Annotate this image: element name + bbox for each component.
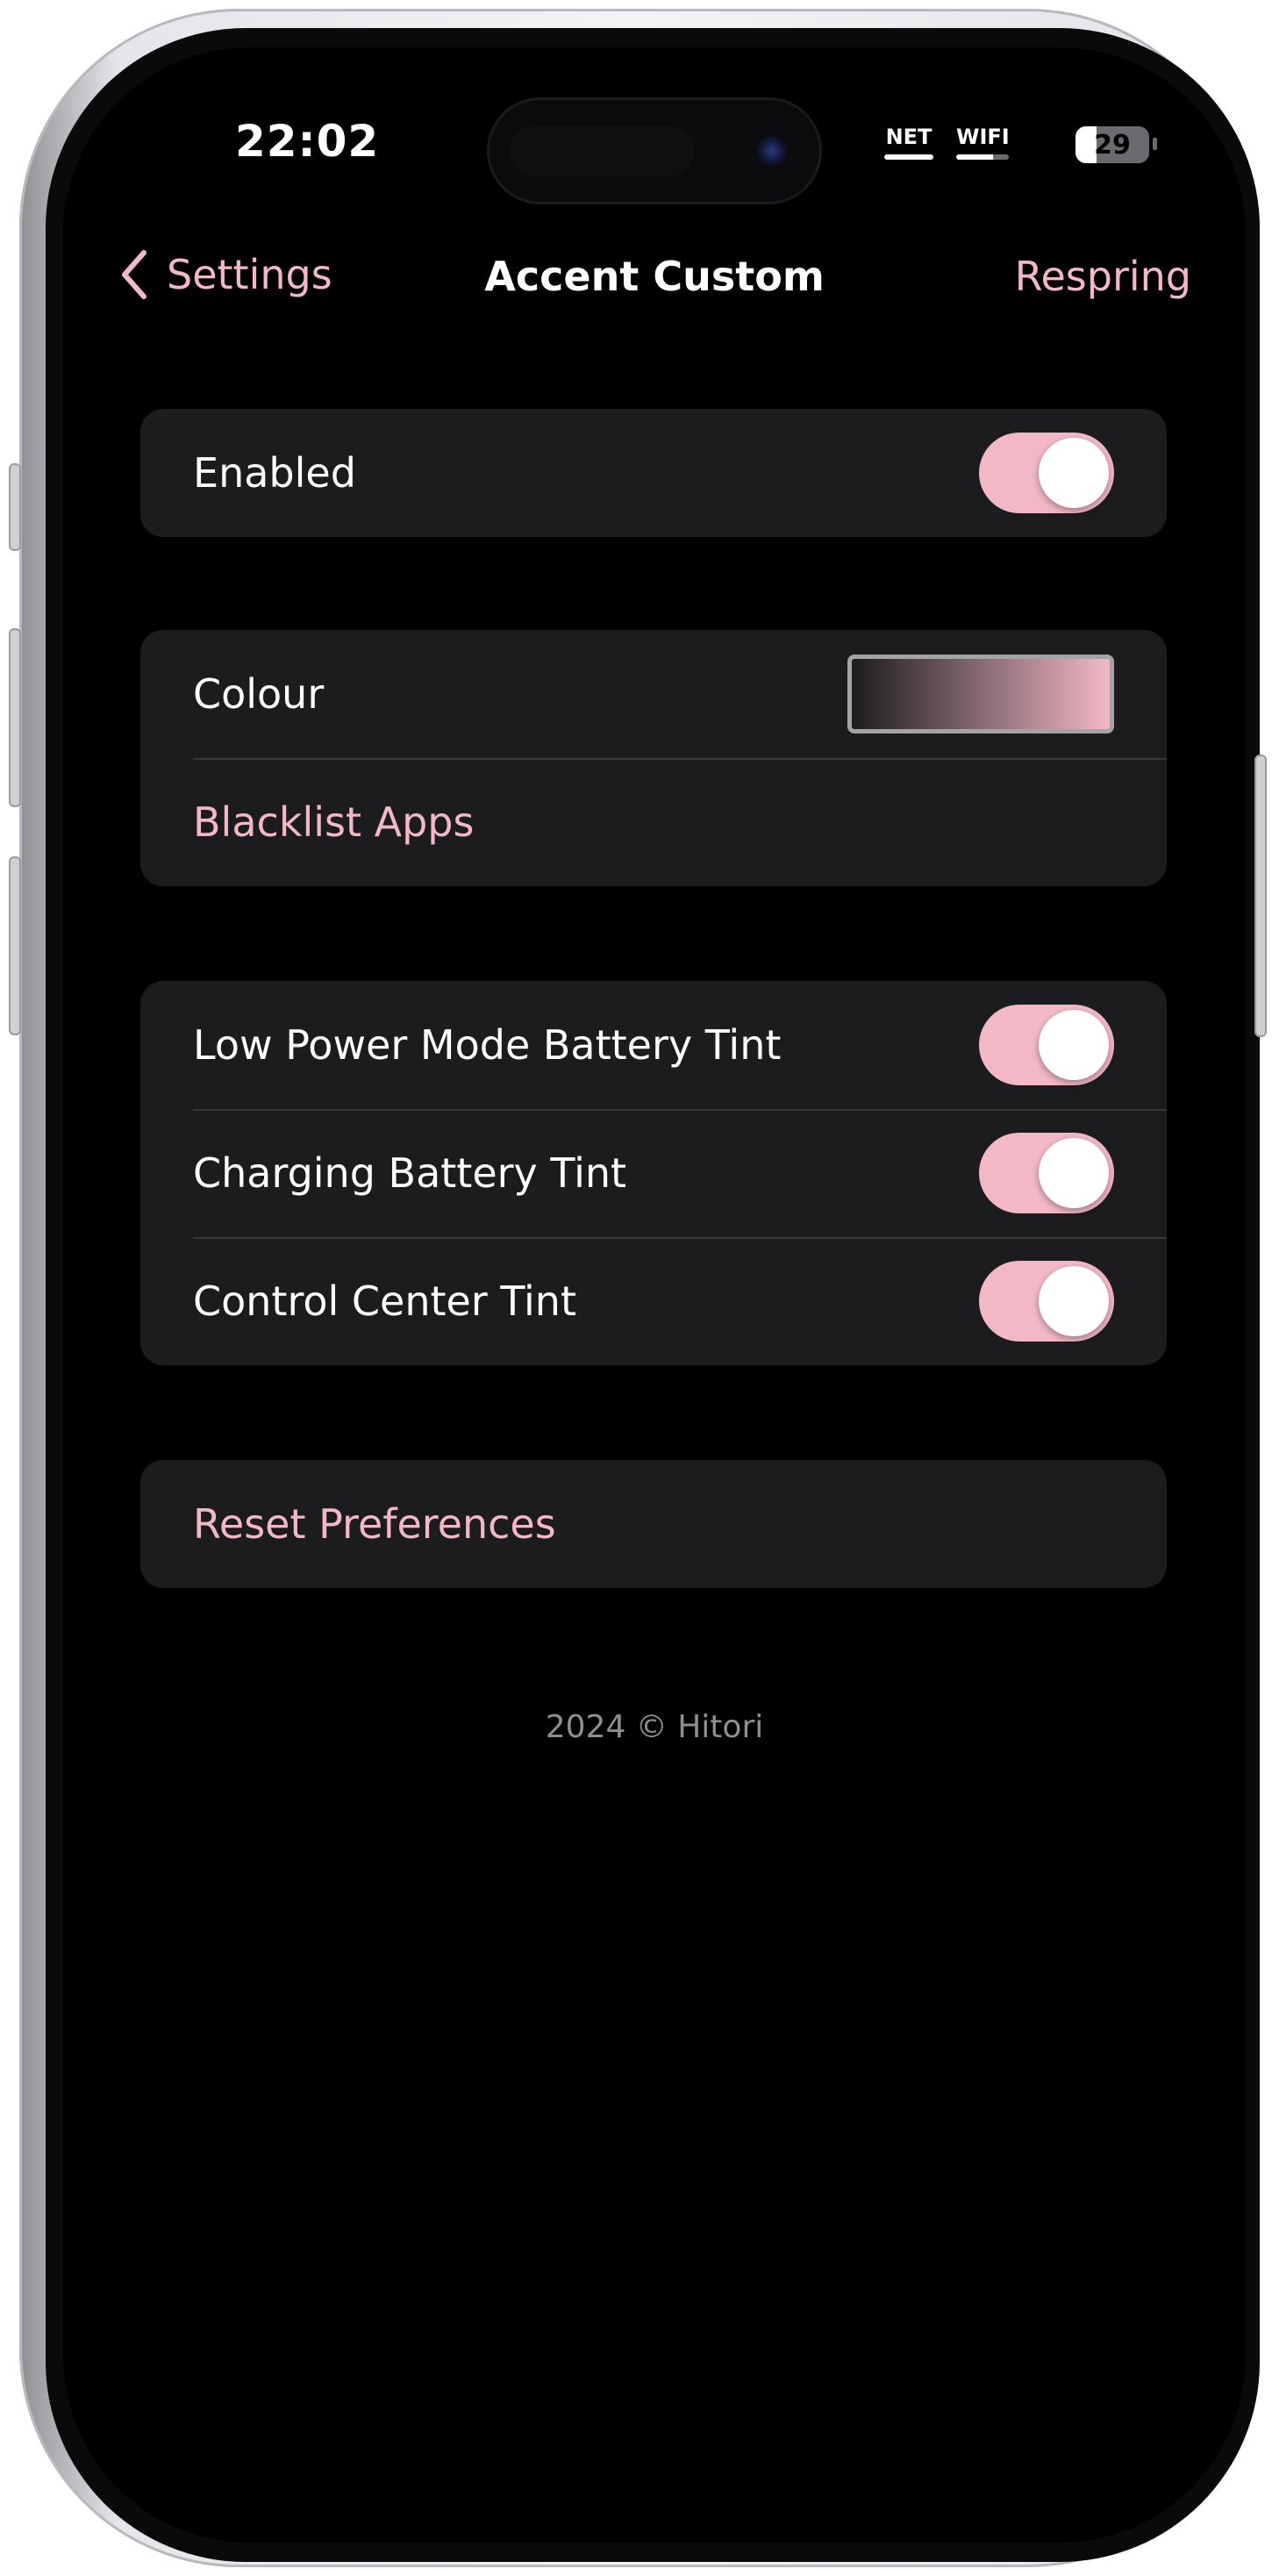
enabled-row: Enabled xyxy=(140,409,1167,537)
respring-button[interactable]: Respring xyxy=(1015,253,1191,300)
blacklist-apps-row[interactable]: Blacklist Apps xyxy=(140,758,1167,886)
low-power-tint-label: Low Power Mode Battery Tint xyxy=(193,1021,782,1069)
control-center-tint-row: Control Center Tint xyxy=(140,1237,1167,1365)
wifi-label: WIFI xyxy=(956,125,1010,149)
colour-row[interactable]: Colour xyxy=(140,630,1167,758)
colour-group: Colour Blacklist Apps xyxy=(140,630,1167,886)
toggle-knob xyxy=(1039,1010,1109,1080)
front-camera-icon xyxy=(756,135,788,167)
volume-up-button xyxy=(9,628,21,807)
enabled-toggle[interactable] xyxy=(979,433,1114,513)
action-button xyxy=(9,463,21,551)
wifi-indicator: WIFI xyxy=(956,125,1010,160)
net-label: NET xyxy=(885,125,933,149)
battery-icon: 29 xyxy=(1075,126,1149,163)
wifi-signal-bar xyxy=(956,154,1009,160)
charging-tint-toggle[interactable] xyxy=(979,1133,1114,1213)
low-power-tint-row: Low Power Mode Battery Tint xyxy=(140,981,1167,1109)
navigation-bar: Settings Accent Custom Respring xyxy=(63,240,1246,319)
net-indicator: NET xyxy=(884,125,933,160)
net-signal-bar xyxy=(884,154,933,160)
enabled-group: Enabled xyxy=(140,409,1167,537)
control-center-tint-toggle[interactable] xyxy=(979,1261,1114,1342)
colour-swatch[interactable] xyxy=(847,655,1114,733)
screen: 22:02 NET WIFI 29 Settings Accent Custom… xyxy=(63,47,1246,2543)
footer-credit: 2024 © Hitori xyxy=(545,1709,764,1745)
charging-tint-label: Charging Battery Tint xyxy=(193,1149,627,1197)
low-power-tint-toggle[interactable] xyxy=(979,1005,1114,1085)
toggle-knob xyxy=(1039,1266,1109,1336)
status-time: 22:02 xyxy=(235,116,380,167)
dynamic-island xyxy=(490,100,819,202)
reset-group: Reset Preferences xyxy=(140,1460,1167,1588)
battery-tip xyxy=(1153,138,1157,150)
volume-down-button xyxy=(9,856,21,1035)
battery-level: 29 xyxy=(1094,130,1131,161)
colour-label: Colour xyxy=(193,670,325,718)
power-button xyxy=(1254,755,1267,1037)
enabled-label: Enabled xyxy=(193,449,356,497)
toggle-knob xyxy=(1039,438,1109,508)
reset-preferences-label: Reset Preferences xyxy=(193,1500,556,1548)
blacklist-apps-label: Blacklist Apps xyxy=(193,798,475,846)
island-sensor xyxy=(509,126,695,175)
tint-group: Low Power Mode Battery Tint Charging Bat… xyxy=(140,981,1167,1365)
control-center-tint-label: Control Center Tint xyxy=(193,1277,576,1325)
charging-tint-row: Charging Battery Tint xyxy=(140,1109,1167,1237)
reset-preferences-row[interactable]: Reset Preferences xyxy=(140,1460,1167,1588)
toggle-knob xyxy=(1039,1138,1109,1208)
